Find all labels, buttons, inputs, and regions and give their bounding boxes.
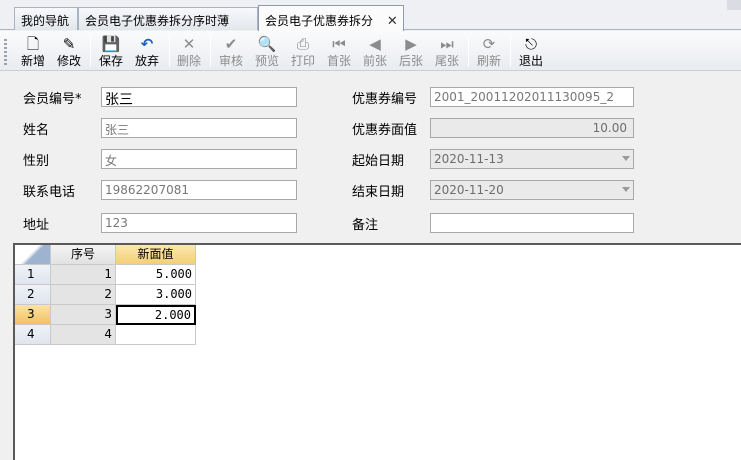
next-record-button[interactable]: ▶ 后张: [394, 33, 428, 69]
toolbar-separator: [90, 35, 91, 67]
row-header[interactable]: 1: [15, 265, 51, 285]
toolbar-grip: [4, 39, 7, 65]
coupon-form: 会员编号* 张三 姓名 张三 性别 女 联系电话 19862207081 地址 …: [0, 72, 741, 243]
cell-index[interactable]: 4: [51, 325, 116, 345]
edit-label: 修改: [56, 54, 81, 68]
discard-label: 放弃: [134, 54, 159, 68]
undo-icon: ↶: [140, 35, 154, 53]
new-doc-icon: 🗋: [26, 35, 40, 53]
save-button[interactable]: 💾 保存: [94, 33, 128, 69]
preview-icon: 🔍: [257, 35, 277, 53]
preview-button[interactable]: 🔍 预览: [250, 33, 284, 69]
cell-index[interactable]: 1: [51, 265, 116, 285]
prev-record-icon: ◀: [369, 35, 381, 53]
audit-button[interactable]: ✔ 审核: [214, 33, 248, 69]
save-label: 保存: [98, 54, 123, 68]
row-header-selected[interactable]: 3: [15, 305, 51, 325]
coupon-no-field[interactable]: 2001_20011202011130095_2: [430, 87, 634, 107]
member-no-field[interactable]: 张三: [101, 87, 297, 107]
next-record-label: 后张: [398, 54, 423, 68]
delete-icon: ✕: [182, 35, 196, 53]
end-date-picker: 2020-11-20: [430, 180, 634, 200]
end-date-label: 结束日期: [352, 185, 405, 200]
tab-label: 会员电子优惠券拆分: [265, 14, 374, 28]
cell-index[interactable]: 3: [51, 305, 116, 325]
cell-new-value[interactable]: [116, 325, 196, 345]
row-header[interactable]: 2: [15, 285, 51, 305]
chevron-down-icon: [622, 187, 630, 192]
tab-coupon-split[interactable]: 会员电子优惠券拆分 ✕: [258, 5, 404, 31]
name-label: 姓名: [23, 123, 50, 138]
first-record-icon: ⏮: [332, 35, 346, 53]
close-icon[interactable]: ✕: [387, 14, 398, 29]
delete-label: 删除: [176, 54, 201, 68]
toolbar-separator: [510, 35, 511, 67]
coupon-no-label: 优惠券编号: [352, 92, 418, 107]
cell-new-value-active[interactable]: 2.000: [116, 305, 196, 325]
delete-button[interactable]: ✕ 删除: [172, 33, 206, 69]
split-grid: 序号 新面值 1 1 5.000 2 2 3.000 3 3 2.000 4 4: [13, 243, 741, 460]
chevron-down-icon: [622, 156, 630, 161]
start-date-picker: 2020-11-13: [430, 149, 634, 169]
exit-label: 退出: [518, 54, 543, 68]
new-label: 新增: [20, 54, 45, 68]
print-label: 打印: [290, 54, 315, 68]
exit-icon: ⎋: [525, 35, 537, 53]
row-header[interactable]: 4: [15, 325, 51, 345]
face-value-label: 优惠券面值: [352, 123, 418, 138]
phone-label: 联系电话: [23, 185, 76, 200]
end-date-value: 2020-11-20: [434, 183, 504, 197]
next-record-icon: ▶: [405, 35, 417, 53]
print-icon: ⎙: [296, 35, 309, 53]
refresh-icon: ⟳: [482, 35, 496, 53]
last-record-button[interactable]: ⏭ 尾张: [430, 33, 464, 69]
tab-bar: 我的导航 会员电子优惠券拆分序时薄 会员电子优惠券拆分 ✕: [0, 0, 741, 31]
preview-label: 预览: [254, 54, 279, 68]
new-button[interactable]: 🗋 新增: [16, 33, 50, 69]
refresh-label: 刷新: [476, 54, 501, 68]
gender-label: 性别: [23, 154, 50, 169]
face-value-field: 10.00: [430, 118, 634, 138]
refresh-button[interactable]: ⟳ 刷新: [472, 33, 506, 69]
toolbar: 🗋 新增 ✎ 修改 💾 保存 ↶ 放弃 ✕ 删除 ✔ 审核 🔍 预览 ⎙ 打印 …: [0, 31, 741, 71]
start-date-label: 起始日期: [352, 154, 405, 169]
save-icon: 💾: [101, 35, 121, 53]
print-button[interactable]: ⎙ 打印: [286, 33, 320, 69]
phone-field[interactable]: 19862207081: [101, 180, 297, 200]
first-record-button[interactable]: ⏮ 首张: [322, 33, 356, 69]
toolbar-separator: [468, 35, 469, 67]
address-field[interactable]: 123: [101, 213, 297, 233]
tab-scroll-edge: [727, 0, 741, 10]
tab-label: 我的导航: [21, 14, 70, 28]
cell-index[interactable]: 2: [51, 285, 116, 305]
prev-record-label: 前张: [362, 54, 387, 68]
tab-my-navigation[interactable]: 我的导航: [14, 7, 78, 30]
column-header-index[interactable]: 序号: [51, 245, 116, 265]
edit-button[interactable]: ✎ 修改: [52, 33, 86, 69]
first-record-label: 首张: [326, 54, 351, 68]
name-field[interactable]: 张三: [101, 118, 297, 138]
cell-new-value[interactable]: 5.000: [116, 265, 196, 285]
exit-button[interactable]: ⎋ 退出: [514, 33, 548, 69]
address-label: 地址: [23, 218, 50, 233]
remark-field[interactable]: [430, 213, 634, 233]
toolbar-separator: [210, 35, 211, 67]
last-record-icon: ⏭: [440, 35, 454, 53]
member-no-label: 会员编号*: [23, 92, 82, 107]
tab-label: 会员电子优惠券拆分序时薄: [85, 14, 230, 28]
edit-icon: ✎: [62, 35, 76, 53]
start-date-value: 2020-11-13: [434, 152, 504, 166]
gender-field[interactable]: 女: [101, 149, 297, 169]
grid-corner[interactable]: [15, 245, 51, 265]
cell-new-value[interactable]: 3.000: [116, 285, 196, 305]
column-header-new-value[interactable]: 新面值: [116, 245, 196, 265]
remark-label: 备注: [352, 218, 379, 233]
audit-label: 审核: [218, 54, 243, 68]
toolbar-separator: [169, 35, 170, 67]
last-record-label: 尾张: [434, 54, 459, 68]
discard-button[interactable]: ↶ 放弃: [130, 33, 164, 69]
tab-coupon-split-journal[interactable]: 会员电子优惠券拆分序时薄: [78, 7, 258, 30]
prev-record-button[interactable]: ◀ 前张: [358, 33, 392, 69]
audit-icon: ✔: [224, 35, 238, 53]
